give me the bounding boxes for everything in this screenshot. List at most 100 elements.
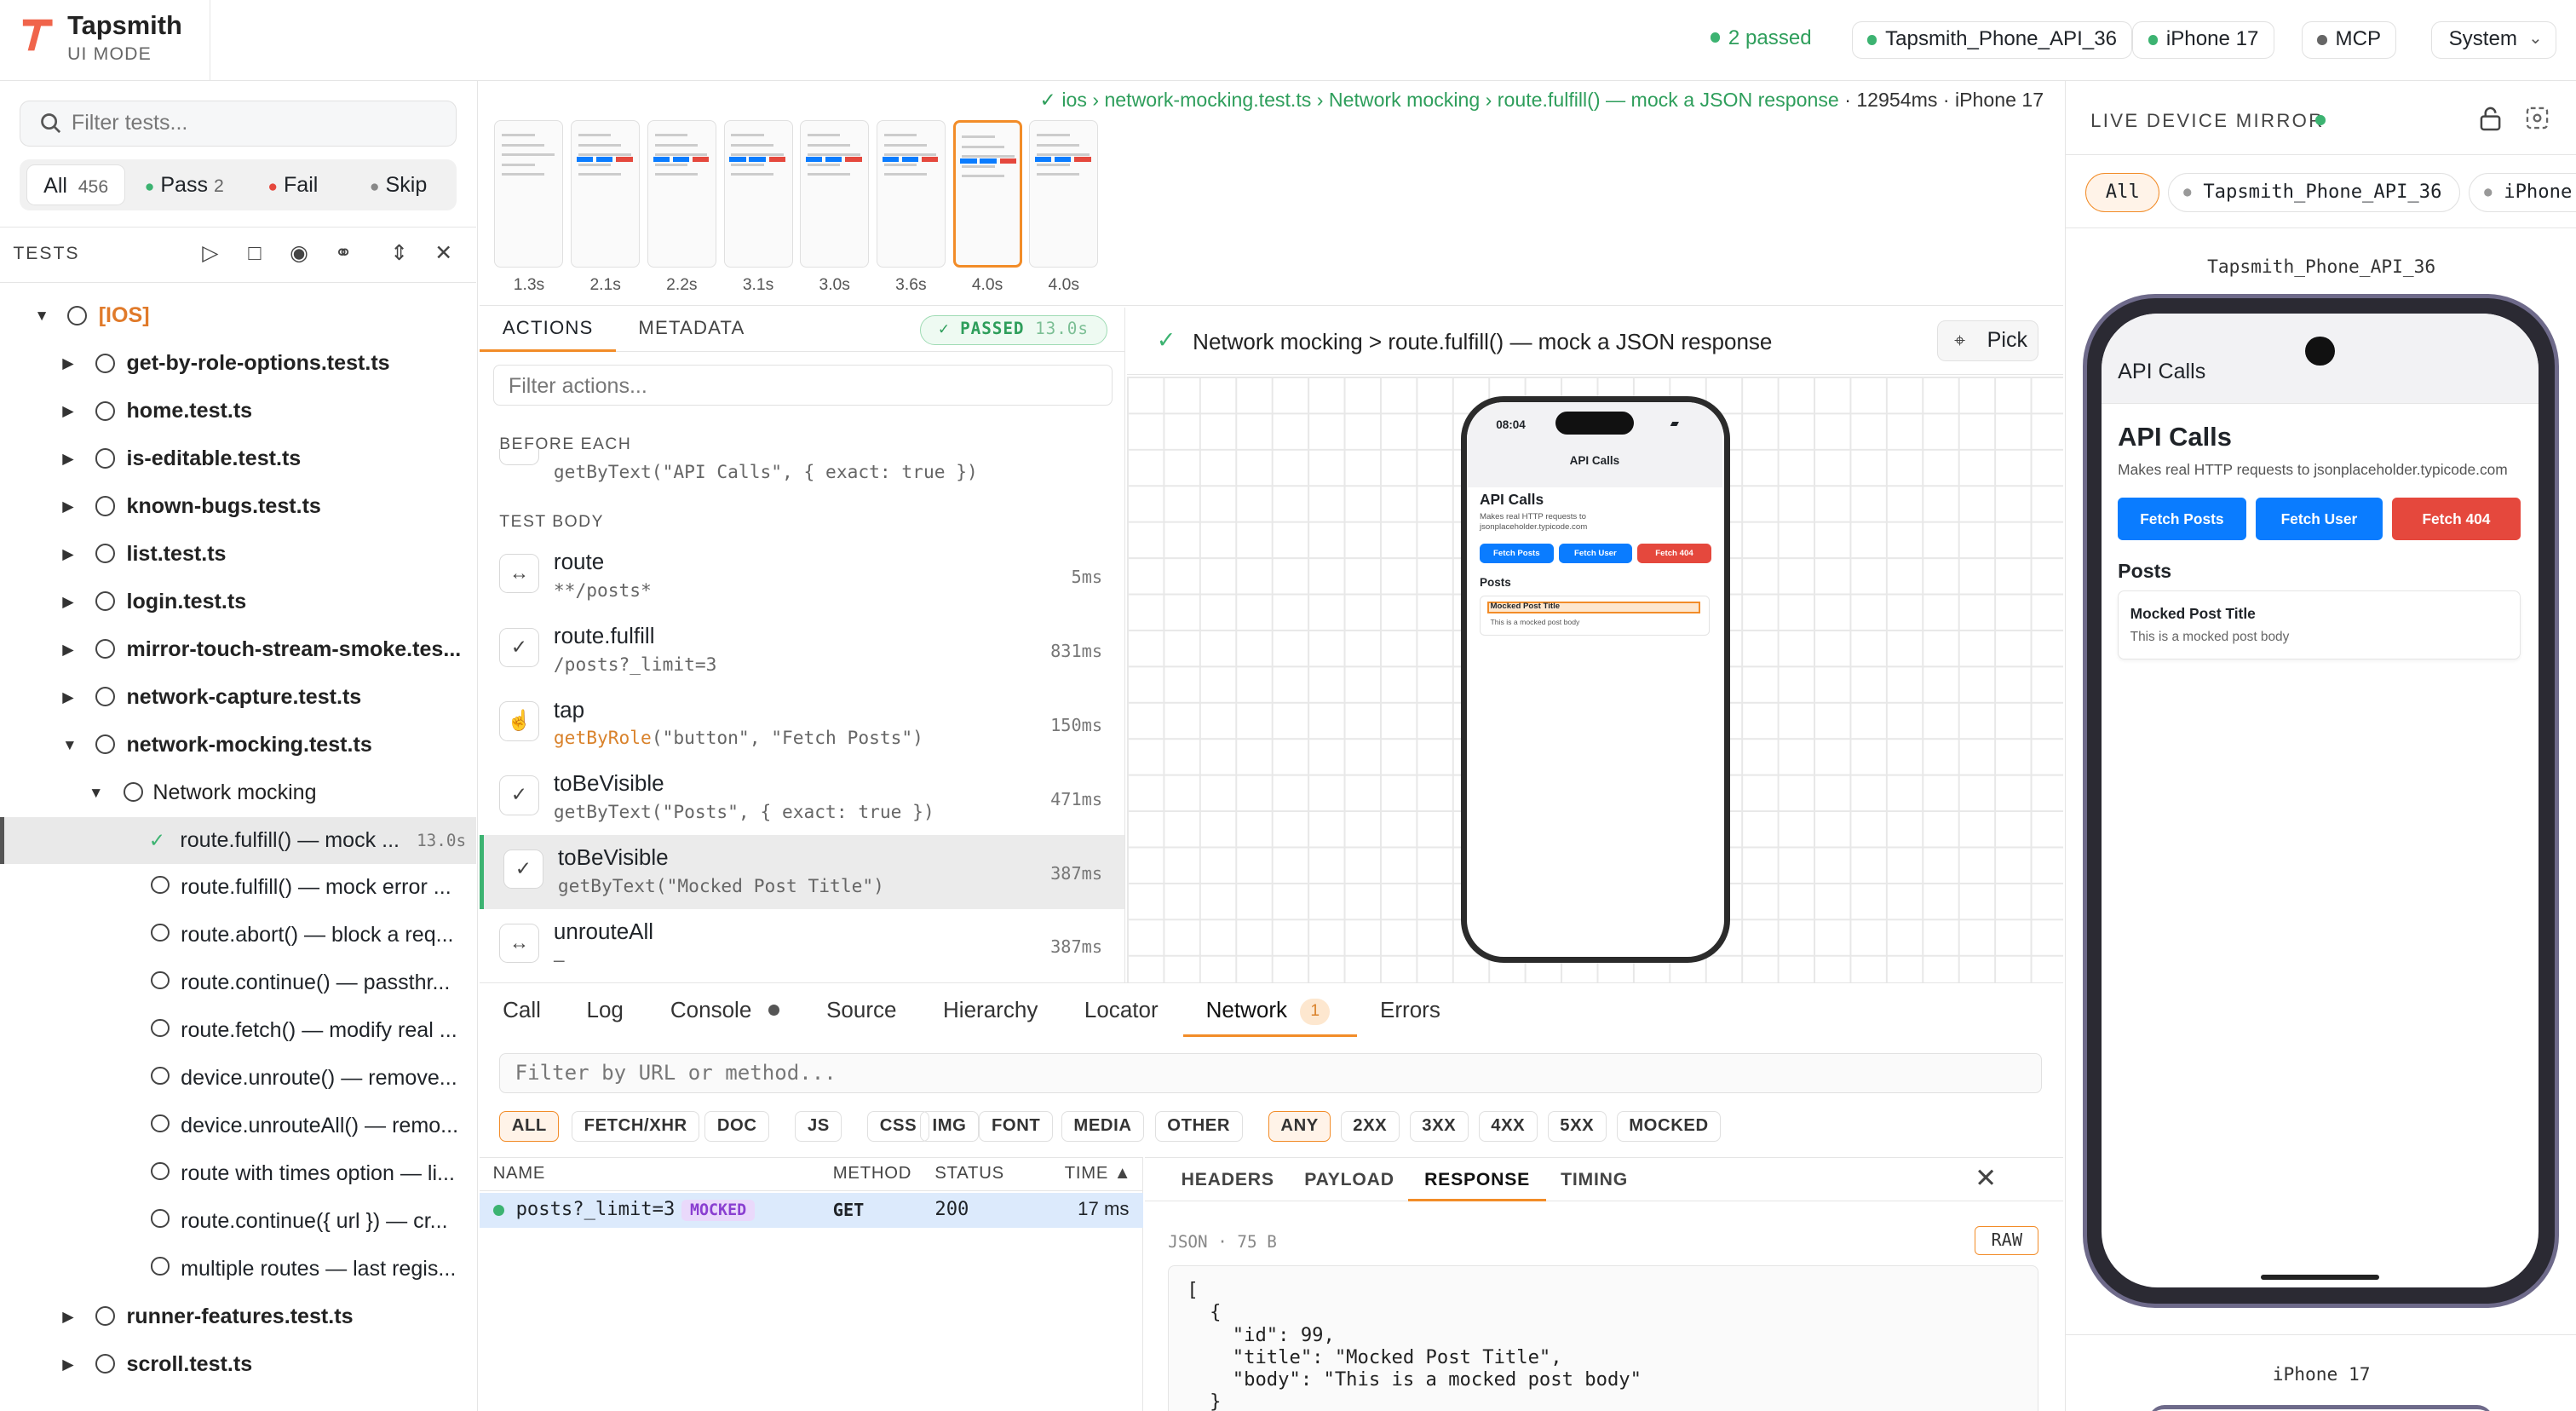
col-time[interactable]: TIME ▲ [1065, 1158, 1132, 1189]
tree-test[interactable]: route.continue() — passthr... [0, 959, 476, 1007]
mirror-chip-all[interactable]: All [2085, 172, 2160, 212]
action-item[interactable]: ↔ unrouteAll — 387ms [480, 909, 1124, 983]
type-filter-chip[interactable]: JS [795, 1110, 842, 1143]
tree-suite[interactable]: ▼ Network mocking [0, 769, 476, 817]
link-icon[interactable]: ⚭ [332, 241, 355, 265]
tree-file[interactable]: ▶ is-editable.test.ts [0, 435, 476, 483]
tree-file[interactable]: ▶ get-by-role-options.test.ts [0, 340, 476, 388]
action-item[interactable]: ✓ toBeVisible getByText("Mocked Post Title… [480, 834, 1125, 909]
filmstrip-thumbnail[interactable] [952, 119, 1022, 268]
status-filter-chip[interactable]: MOCKED [1616, 1110, 1722, 1143]
tab-hierarchy[interactable]: Hierarchy [943, 984, 1038, 1037]
pick-button[interactable]: ⌖ Pick [1936, 320, 2039, 362]
collapse-all-icon[interactable]: ✕ [432, 241, 455, 265]
detail-tab-headers[interactable]: HEADERS [1182, 1170, 1274, 1190]
tree-file[interactable]: ▶ known-bugs.test.ts [0, 483, 476, 531]
status-filter-chip[interactable]: ANY [1268, 1110, 1331, 1143]
tab-network[interactable]: Network 1 [1182, 984, 1357, 1037]
detail-tab-response[interactable]: RESPONSE [1407, 1170, 1547, 1201]
filter-pass[interactable]: ● Pass 2 [145, 164, 247, 205]
detail-tab-payload[interactable]: PAYLOAD [1304, 1170, 1394, 1190]
col-method[interactable]: METHOD [833, 1158, 911, 1189]
status-filter-chip[interactable]: 2XX [1340, 1110, 1400, 1143]
action-item[interactable]: ✓ route.fulfill/posts?_limit=3 831ms [480, 613, 1124, 687]
screenshot-icon[interactable] [2526, 107, 2549, 130]
filmstrip-thumbnail[interactable] [571, 119, 641, 268]
type-filter-chip[interactable]: DOC [704, 1110, 770, 1143]
tab-metadata[interactable]: METADATA [616, 308, 767, 352]
mirror-chip-iphone[interactable]: ● iPhone [2468, 172, 2576, 212]
action-item[interactable]: ✓ toBeVisible getByText("Posts", { exact: … [480, 761, 1124, 835]
status-filter-chip[interactable]: 4XX [1478, 1110, 1538, 1143]
tree-file[interactable]: ▶ network-capture.test.ts [0, 674, 476, 722]
filter-fail[interactable]: ● Fail [267, 164, 349, 205]
type-filter-chip[interactable]: FONT [979, 1110, 1053, 1143]
tree-group-ios[interactable]: ▼ [IOS] [0, 292, 476, 340]
type-filter-chip[interactable]: FETCH/XHR [572, 1110, 700, 1143]
raw-toggle-button[interactable]: RAW [1975, 1225, 2039, 1256]
tree-test[interactable]: route.continue({ url }) — cr... [0, 1198, 476, 1246]
tab-console[interactable]: Console [670, 984, 780, 1037]
tree-test[interactable]: route.abort() — block a req... [0, 912, 476, 959]
device-pill-android[interactable]: Tapsmith_Phone_API_36 [1851, 21, 2133, 60]
phone-fetch-404-button[interactable]: Fetch 404 [1637, 543, 1711, 563]
type-filter-chip[interactable]: IMG [920, 1110, 979, 1143]
filmstrip-thumbnail[interactable] [876, 119, 946, 268]
detail-tab-timing[interactable]: TIMING [1561, 1170, 1628, 1190]
phone-fetch-posts-button[interactable]: Fetch Posts [1479, 543, 1554, 563]
tab-source[interactable]: Source [826, 984, 896, 1037]
action-item[interactable]: ☝ tap getByRole("button", "Fetch Posts") 15… [480, 687, 1124, 761]
mirror-fetch-posts-button[interactable]: Fetch Posts [2118, 497, 2246, 540]
network-filter-input[interactable]: Filter by URL or method... [499, 1053, 2043, 1093]
tree-file[interactable]: ▶ list.test.ts [0, 531, 476, 579]
tab-actions[interactable]: ACTIONS [480, 308, 617, 352]
tree-file[interactable]: ▼ network-mocking.test.ts [0, 722, 476, 769]
tab-locator[interactable]: Locator [1084, 984, 1159, 1037]
tree-file[interactable]: ▶ mirror-touch-stream-smoke.tes... [0, 626, 476, 674]
tree-file[interactable]: ▶ runner-features.test.ts [0, 1293, 476, 1341]
tree-test[interactable]: route.fetch() — modify real ... [0, 1007, 476, 1055]
filmstrip-thumbnail[interactable] [723, 119, 793, 268]
watch-eye-icon[interactable]: ◉ [288, 241, 311, 265]
request-row[interactable]: posts?_limit=3 MOCKED GET 200 17 ms [480, 1193, 1144, 1228]
theme-select[interactable]: System ⌄ [2431, 21, 2556, 60]
tree-test[interactable]: route with times option — li... [0, 1150, 476, 1198]
phone-fetch-user-button[interactable]: Fetch User [1558, 543, 1633, 563]
action-item[interactable]: ↔ route **/posts* 5ms [480, 539, 1124, 613]
filmstrip-thumbnail[interactable] [494, 119, 564, 268]
type-filter-chip[interactable]: OTHER [1154, 1110, 1243, 1143]
col-status[interactable]: STATUS [934, 1158, 1004, 1189]
col-name[interactable]: NAME [493, 1158, 546, 1189]
tab-errors[interactable]: Errors [1380, 984, 1440, 1037]
tree-test-selected[interactable]: ✓ route.fulfill() — mock ... 13.0s [0, 816, 477, 865]
status-filter-chip[interactable]: 5XX [1547, 1110, 1607, 1143]
mirror-chip-android[interactable]: ● Tapsmith_Phone_API_36 [2167, 172, 2461, 212]
tree-file[interactable]: ▶ scroll.test.ts [0, 1341, 476, 1389]
type-filter-chip[interactable]: MEDIA [1061, 1110, 1145, 1143]
type-filter-chip[interactable]: ALL [499, 1110, 560, 1143]
lock-open-icon[interactable] [2480, 107, 2501, 131]
filmstrip-thumbnail[interactable] [800, 119, 870, 268]
device-pill-iphone[interactable]: iPhone 17 [2132, 21, 2274, 60]
mcp-pill[interactable]: MCP [2301, 21, 2397, 60]
tree-test[interactable]: multiple routes — last regis... [0, 1246, 476, 1293]
mirror-fetch-404-button[interactable]: Fetch 404 [2392, 497, 2521, 540]
stop-icon[interactable]: □ [243, 241, 266, 265]
tree-test[interactable]: route.fulfill() — mock error ... [0, 864, 476, 912]
close-icon[interactable]: ✕ [1975, 1163, 1997, 1194]
mirror-phone-screen[interactable]: API Calls API Calls Makes real HTTP requ… [2101, 313, 2539, 1288]
tab-call[interactable]: Call [503, 984, 541, 1037]
expand-all-icon[interactable]: ⇕ [388, 241, 411, 265]
test-search-input[interactable]: Filter tests... [20, 100, 457, 147]
tree-file[interactable]: ▶ login.test.ts [0, 579, 476, 626]
tab-log[interactable]: Log [587, 984, 624, 1037]
tree-test[interactable]: device.unroute() — remove... [0, 1055, 476, 1103]
filter-actions-input[interactable]: Filter actions... [492, 365, 1113, 406]
tree-file[interactable]: ▶ home.test.ts [0, 388, 476, 435]
filmstrip-thumbnail[interactable] [647, 119, 716, 268]
filmstrip-thumbnail[interactable] [1029, 119, 1099, 268]
run-icon[interactable]: ▷ [198, 241, 221, 265]
filter-skip[interactable]: ● Skip [370, 164, 451, 205]
status-filter-chip[interactable]: 3XX [1409, 1110, 1469, 1143]
filter-all[interactable]: All 456 [26, 164, 125, 206]
